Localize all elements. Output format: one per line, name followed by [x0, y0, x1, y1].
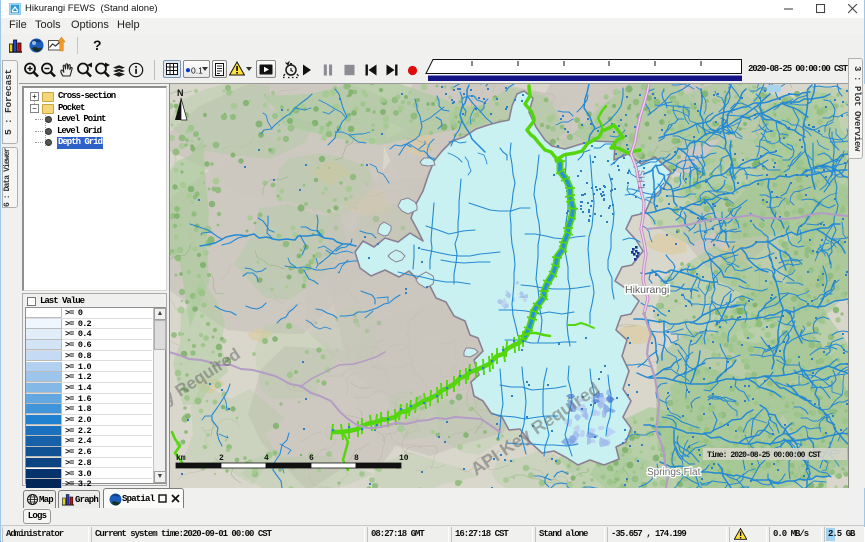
svg-text:8: 8 [354, 454, 359, 463]
svg-text:6: 6 [309, 454, 314, 463]
svg-text:Springs Flat: Springs Flat [647, 467, 701, 478]
svg-text:Time: 2020-08-25 00:00:00 CST: Time: 2020-08-25 00:00:00 CST [707, 451, 821, 460]
svg-text:km: km [176, 454, 186, 463]
svg-text:SH 1: SH 1 [636, 170, 646, 190]
svg-text:N: N [177, 88, 184, 98]
svg-text:Hikurangi: Hikurangi [625, 284, 669, 296]
svg-text:2: 2 [219, 454, 224, 463]
svg-text:10: 10 [399, 454, 409, 463]
svg-text:4: 4 [264, 454, 269, 463]
